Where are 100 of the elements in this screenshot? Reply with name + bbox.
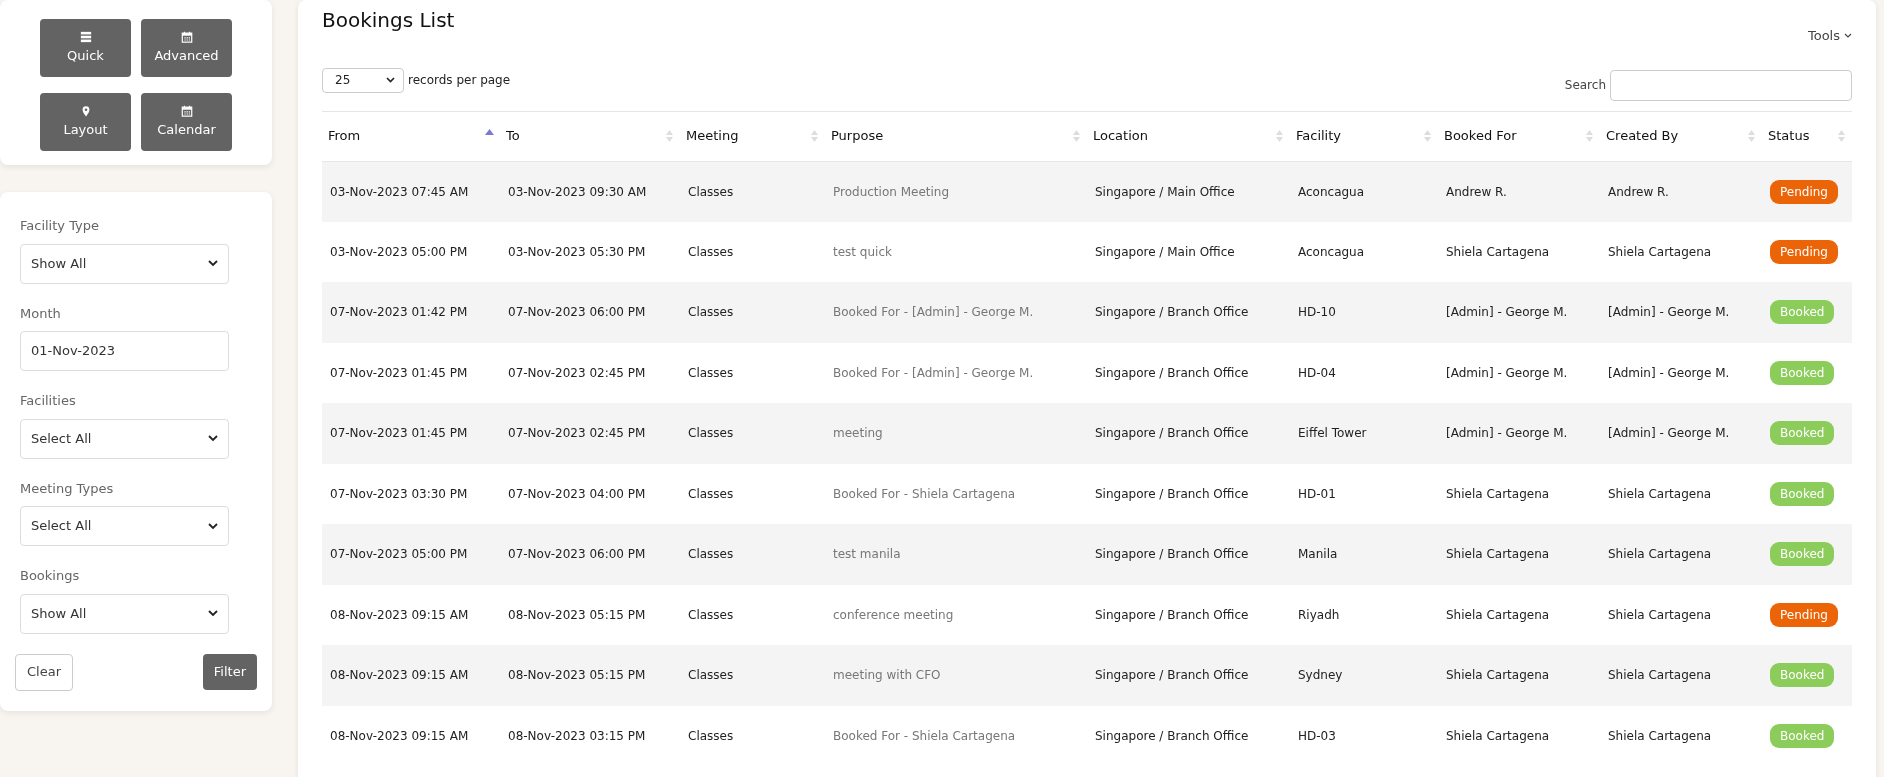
column-header[interactable]: Purpose: [825, 111, 1087, 161]
table-cell: 07-Nov-2023 01:45 PM: [322, 342, 500, 403]
table-cell: HD-03: [1290, 705, 1438, 766]
table-cell: Andrew R.: [1600, 161, 1762, 222]
table-cell: Aconcagua: [1290, 161, 1438, 222]
table-cell: Classes: [680, 282, 825, 343]
table-cell: Shiela Cartagena: [1600, 463, 1762, 524]
table-cell: 07-Nov-2023 04:00 PM: [500, 463, 680, 524]
clear-button[interactable]: Clear: [15, 653, 73, 691]
table-cell: Singapore / Branch Office: [1087, 282, 1290, 343]
status-badge: Booked: [1770, 421, 1835, 446]
table-cell: Classes: [680, 221, 825, 282]
filter-button[interactable]: Filter: [202, 653, 257, 690]
filter-label: Facilities: [20, 392, 77, 410]
table-cell: [Admin] - George M.: [1600, 403, 1762, 464]
table-cell: Singapore / Branch Office: [1087, 705, 1290, 766]
page-title: Bookings List: [322, 8, 455, 32]
status-badge: Booked: [1770, 300, 1835, 325]
table-cell: HD-04: [1290, 342, 1438, 403]
filter-label: Facility Type: [20, 217, 100, 235]
calendar-icon: [180, 104, 193, 117]
column-header[interactable]: Facility: [1290, 111, 1438, 161]
table-cell: 08-Nov-2023 09:15 AM: [322, 705, 500, 766]
mode-button[interactable]: Calendar: [141, 93, 232, 151]
table-cell: Shiela Cartagena: [1600, 645, 1762, 706]
table-cell: Booked For - Shiela Cartagena: [825, 705, 1087, 766]
table-cell: 03-Nov-2023 05:30 PM: [500, 221, 680, 282]
table-cell: [Admin] - George M.: [1600, 342, 1762, 403]
column-header[interactable]: Meeting: [680, 111, 825, 161]
table-cell: Booked For - Shiela Cartagena: [825, 463, 1087, 524]
filter-label: Bookings: [20, 567, 81, 585]
mode-button[interactable]: Layout: [40, 93, 131, 151]
mode-button[interactable]: Quick: [40, 19, 131, 77]
status-badge: Booked: [1770, 360, 1835, 385]
status-badge: Booked: [1770, 723, 1835, 748]
tools-dropdown[interactable]: Tools: [1807, 26, 1852, 46]
status-badge: Booked: [1770, 542, 1835, 567]
table-cell: Singapore / Branch Office: [1087, 463, 1290, 524]
select-field[interactable]: Select All: [20, 506, 229, 546]
select-field[interactable]: Show All: [20, 593, 229, 634]
table-cell: [Admin] - George M.: [1438, 282, 1600, 343]
calendar-icon: [180, 30, 193, 43]
status-badge: Booked: [1770, 481, 1835, 506]
table-cell: Andrew R.: [1438, 161, 1600, 222]
table-cell: 07-Nov-2023 06:00 PM: [500, 524, 680, 585]
page-size-label: records per page: [408, 72, 511, 89]
table-cell: 07-Nov-2023 02:45 PM: [500, 342, 680, 403]
column-header[interactable]: Status: [1762, 111, 1852, 161]
table-cell: Aconcagua: [1290, 221, 1438, 282]
column-header[interactable]: Created By: [1600, 111, 1762, 161]
table-cell: 03-Nov-2023 09:30 AM: [500, 161, 680, 222]
table-cell: 08-Nov-2023 03:15 PM: [500, 705, 680, 766]
table-cell: Classes: [680, 524, 825, 585]
table-cell: Classes: [680, 161, 825, 222]
table-cell: 08-Nov-2023 09:15 AM: [322, 645, 500, 706]
table-cell: [Admin] - George M.: [1600, 282, 1762, 343]
page-size-select[interactable]: 25: [322, 67, 404, 93]
table-cell: Booked For - [Admin] - George M.: [825, 282, 1087, 343]
table-cell: Classes: [680, 342, 825, 403]
select-field[interactable]: Select All: [20, 418, 229, 459]
table-cell: Shiela Cartagena: [1438, 584, 1600, 645]
table-cell: Shiela Cartagena: [1438, 705, 1600, 766]
table-cell: Shiela Cartagena: [1438, 524, 1600, 585]
table-cell: Booked For - [Admin] - George M.: [825, 342, 1087, 403]
mode-button[interactable]: Advanced: [141, 19, 232, 77]
list-icon: [79, 30, 92, 43]
filter-label: Month: [20, 304, 62, 323]
status-badge: Pending: [1770, 239, 1838, 264]
table-cell: Sydney: [1290, 645, 1438, 706]
table-cell: Classes: [680, 584, 825, 645]
chevron-icon: [208, 260, 218, 267]
table-cell: Production Meeting: [825, 161, 1087, 222]
table-cell: Singapore / Main Office: [1087, 161, 1290, 222]
table-cell: Eiffel Tower: [1290, 403, 1438, 464]
status-badge: Pending: [1770, 179, 1838, 204]
table-cell: 07-Nov-2023 01:42 PM: [322, 282, 500, 343]
table-cell: Singapore / Branch Office: [1087, 584, 1290, 645]
table-cell: Riyadh: [1290, 584, 1438, 645]
table-cell: 03-Nov-2023 07:45 AM: [322, 161, 500, 222]
column-header[interactable]: Location: [1087, 111, 1290, 161]
table-cell: Shiela Cartagena: [1438, 645, 1600, 706]
table-cell: Shiela Cartagena: [1438, 463, 1600, 524]
table-cell: Manila: [1290, 524, 1438, 585]
select-field[interactable]: Show All: [20, 243, 229, 284]
search-field[interactable]: [1610, 69, 1852, 101]
column-header[interactable]: From: [322, 111, 500, 161]
search-label: Search: [1564, 77, 1606, 94]
table-cell: 07-Nov-2023 05:00 PM: [322, 524, 500, 585]
table-cell: 07-Nov-2023 06:00 PM: [500, 282, 680, 343]
column-header[interactable]: Booked For: [1438, 111, 1600, 161]
table-cell: Singapore / Branch Office: [1087, 645, 1290, 706]
table-cell: meeting: [825, 403, 1087, 464]
table-cell: Shiela Cartagena: [1600, 584, 1762, 645]
table-cell: 07-Nov-2023 03:30 PM: [322, 463, 500, 524]
table-cell: [Admin] - George M.: [1438, 342, 1600, 403]
table-cell: Shiela Cartagena: [1438, 221, 1600, 282]
table-cell: Singapore / Branch Office: [1087, 524, 1290, 585]
column-header[interactable]: To: [500, 111, 680, 161]
input-field[interactable]: 01-Nov-2023: [20, 331, 229, 371]
chevron-icon: [208, 435, 218, 442]
